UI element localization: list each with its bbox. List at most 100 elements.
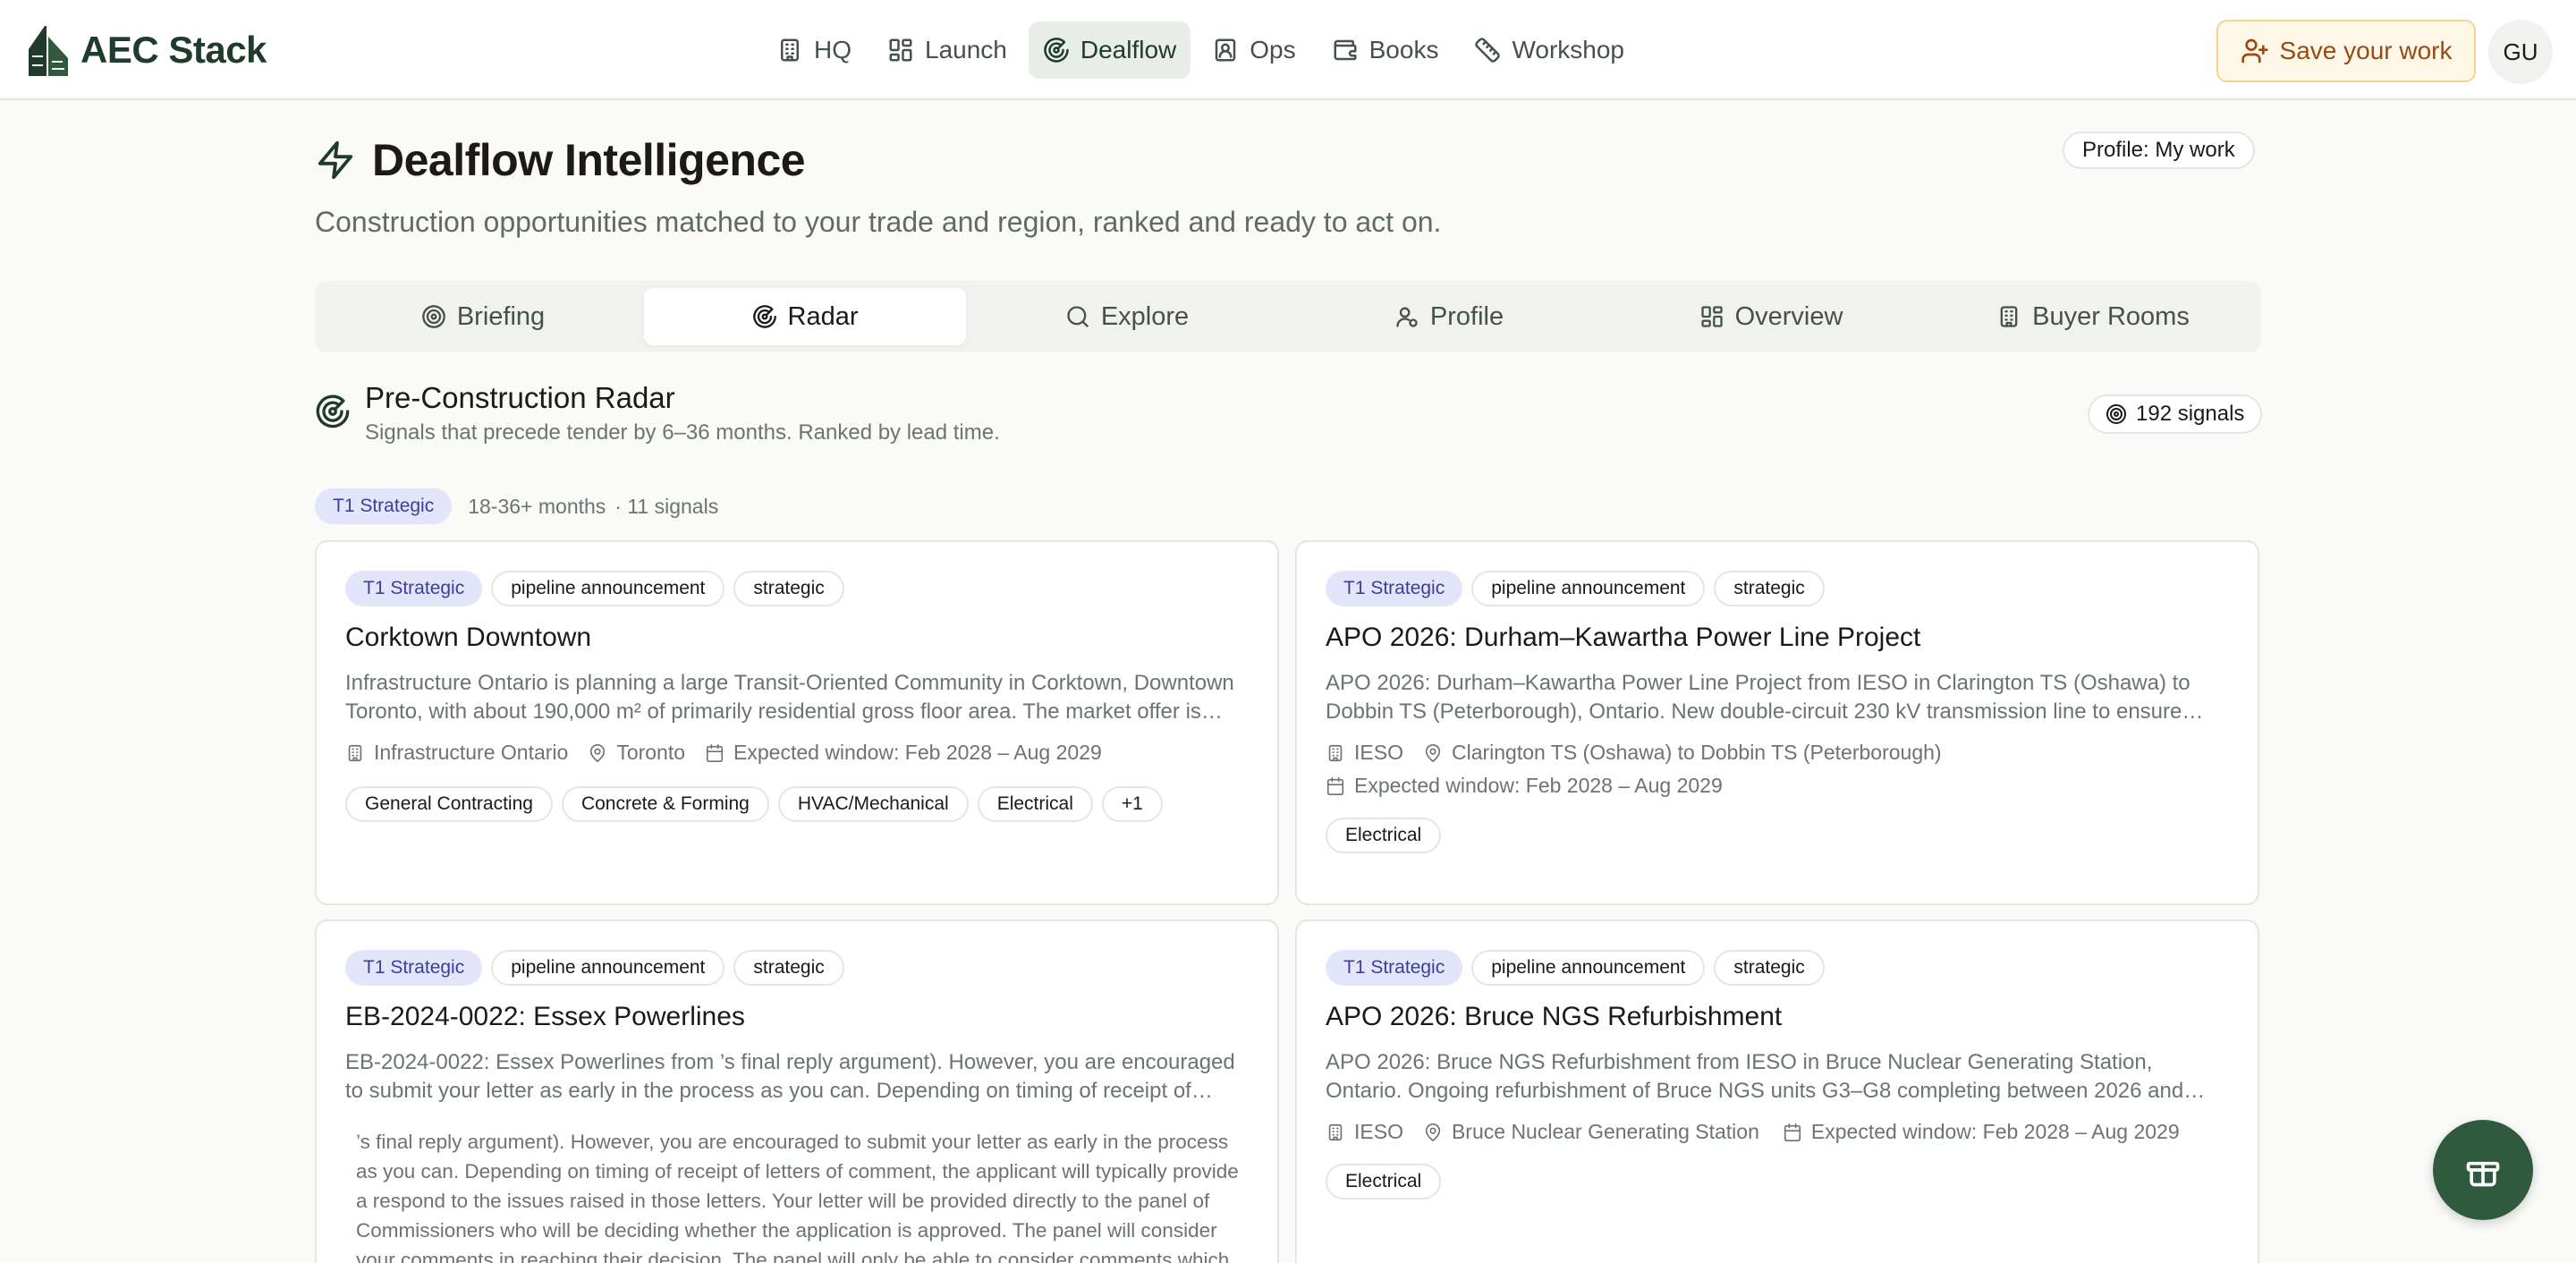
nav-item-ops[interactable]: Ops [1198, 21, 1309, 79]
logo-mark-icon [29, 26, 68, 76]
nav-item-books[interactable]: Books [1318, 21, 1453, 79]
expected-window: Expected window: Feb 2028 – Aug 2029 [733, 741, 1102, 764]
trade-tag: General Contracting [345, 786, 553, 822]
calendar-icon [1784, 1123, 1801, 1141]
save-button-label: Save your work [2279, 37, 2453, 64]
dealflow-tabs: Briefing Radar Explore Profile Overview … [315, 281, 2261, 352]
type-tag: pipeline announcement [1471, 950, 1706, 986]
category-tag: strategic [733, 571, 844, 606]
card-title: EB-2024-0022: Essex Powerlines [345, 1002, 745, 1031]
location-meta: Toronto [588, 741, 685, 765]
contact-icon [1216, 38, 1236, 62]
window-meta: Expected window: Feb 2028 – Aug 2029 [1326, 774, 2229, 798]
tier-range: 18-36+ months [468, 494, 606, 518]
nav-item-dealflow[interactable]: Dealflow [1028, 21, 1191, 79]
buyer-name: Infrastructure Ontario [374, 741, 569, 764]
tab-explore[interactable]: Explore [966, 288, 1288, 345]
lightning-icon [318, 140, 353, 180]
user-plus-icon [2241, 38, 2268, 64]
nav-item-hq[interactable]: HQ [762, 21, 866, 79]
expected-window: Expected window: Feb 2028 – Aug 2029 [1810, 1120, 2180, 1143]
save-your-work-button[interactable]: Save your work [2216, 20, 2476, 82]
page-title: Dealflow Intelligence [372, 135, 806, 185]
location: Bruce Nuclear Generating Station [1451, 1120, 1759, 1143]
nav-item-label: Launch [925, 36, 1007, 64]
building-icon [1328, 1123, 1343, 1140]
search-icon [1067, 306, 1089, 327]
tier-badge: T1 Strategic [315, 488, 453, 524]
profile-selector[interactable]: Profile: My work [2063, 131, 2255, 169]
top-navigation-bar: AEC Stack HQ Launch Dealflow Ops Books W… [0, 0, 2576, 100]
tab-label: Overview [1734, 301, 1843, 331]
main-nav: HQ Launch Dealflow Ops Books Workshop [762, 21, 1639, 79]
radar-section-header: Pre-Construction Radar Signals that prec… [315, 381, 1000, 445]
building-icon [1328, 744, 1343, 761]
location: Toronto [616, 741, 686, 764]
tab-buyer-rooms[interactable]: Buyer Rooms [1932, 288, 2254, 345]
card-title: APO 2026: Bruce NGS Refurbishment [1326, 1002, 1783, 1031]
location-meta: Clarington TS (Oshawa) to Dobbin TS (Pet… [1423, 741, 1942, 765]
nav-item-label: Workshop [1512, 36, 1624, 64]
signal-card[interactable]: T1 Strategic pipeline announcement strat… [1295, 540, 2259, 905]
window-meta: Expected window: Feb 2028 – Aug 2029 [1783, 1120, 2180, 1144]
buyer-meta: IESO [1326, 1120, 1403, 1144]
page-subtitle: Construction opportunities matched to yo… [315, 206, 1442, 238]
building-icon [781, 38, 799, 62]
card-description: Infrastructure Ontario is planning a lar… [345, 671, 1234, 724]
app-logo[interactable]: AEC Stack [27, 21, 267, 79]
window-meta: Expected window: Feb 2028 – Aug 2029 [705, 741, 1102, 765]
radar-title: Pre-Construction Radar [365, 381, 675, 414]
signal-card[interactable]: T1 Strategic pipeline announcement strat… [315, 920, 1279, 1263]
tab-label: Profile [1429, 301, 1504, 331]
tab-radar[interactable]: Radar [644, 288, 966, 345]
buyer-name: IESO [1354, 741, 1403, 764]
card-title: Corktown Downtown [345, 623, 592, 652]
card-title: APO 2026: Durham–Kawartha Power Line Pro… [1326, 623, 1921, 652]
type-tag: pipeline announcement [1471, 571, 1706, 606]
calendar-icon [1326, 776, 1344, 795]
description-expanded-text: ’s final reply argument). However, you a… [356, 1131, 1239, 1263]
map-pin-icon [1425, 743, 1441, 762]
nav-item-label: Ops [1250, 36, 1296, 64]
ruler-icon [1475, 38, 1501, 63]
tier-count: · 11 signals [614, 494, 719, 518]
category-tag: strategic [1714, 571, 1825, 606]
target-icon [2106, 404, 2126, 424]
tier-group-header: T1 Strategic 18-36+ months · 11 signals [315, 488, 718, 524]
card-description: EB-2024-0022: Essex Powerlines from ’s f… [345, 1050, 1235, 1103]
nav-item-workshop[interactable]: Workshop [1460, 21, 1639, 79]
user-avatar[interactable]: GU [2488, 20, 2553, 84]
signal-card[interactable]: T1 Strategic pipeline announcement strat… [1295, 920, 2259, 1263]
card-description: APO 2026: Bruce NGS Refurbishment from I… [1326, 1050, 2184, 1103]
tier-tag: T1 Strategic [345, 950, 483, 986]
app-name: AEC Stack [80, 29, 267, 71]
floating-gift-button[interactable] [2433, 1120, 2533, 1220]
tab-profile[interactable]: Profile [1288, 288, 1610, 345]
buyer-name: IESO [1354, 1120, 1403, 1143]
building-icon [2000, 306, 2018, 327]
signal-card[interactable]: T1 Strategic pipeline announcement strat… [315, 540, 1279, 905]
trade-tag: Electrical [1326, 1164, 1442, 1199]
trade-tag: Electrical [1326, 818, 1442, 853]
nav-item-label: HQ [814, 36, 852, 64]
buyer-meta: IESO [1326, 741, 1403, 765]
card-description: APO 2026: Durham–Kawartha Power Line Pro… [1326, 671, 2190, 724]
tab-briefing[interactable]: Briefing [322, 288, 644, 345]
tab-label: Explore [1100, 301, 1190, 331]
signals-count-badge: 192 signals [2088, 394, 2263, 434]
nav-item-launch[interactable]: Launch [873, 21, 1021, 79]
trade-tag: Concrete & Forming [561, 786, 769, 822]
tab-label: Radar [787, 301, 859, 331]
tab-overview[interactable]: Overview [1610, 288, 1932, 345]
user-icon [1396, 307, 1418, 327]
tier-tag: T1 Strategic [345, 571, 483, 606]
tab-label: Buyer Rooms [2032, 301, 2190, 331]
calendar-icon [706, 743, 724, 762]
expected-window: Expected window: Feb 2028 – Aug 2029 [1354, 774, 1723, 797]
radar-subtitle: Signals that precede tender by 6–36 mont… [365, 420, 1000, 445]
more-trades-badge[interactable]: +1 [1101, 786, 1163, 822]
target-icon [421, 305, 445, 328]
buyer-meta: Infrastructure Ontario [345, 741, 568, 765]
category-tag: strategic [1714, 950, 1825, 986]
category-tag: strategic [733, 950, 844, 986]
